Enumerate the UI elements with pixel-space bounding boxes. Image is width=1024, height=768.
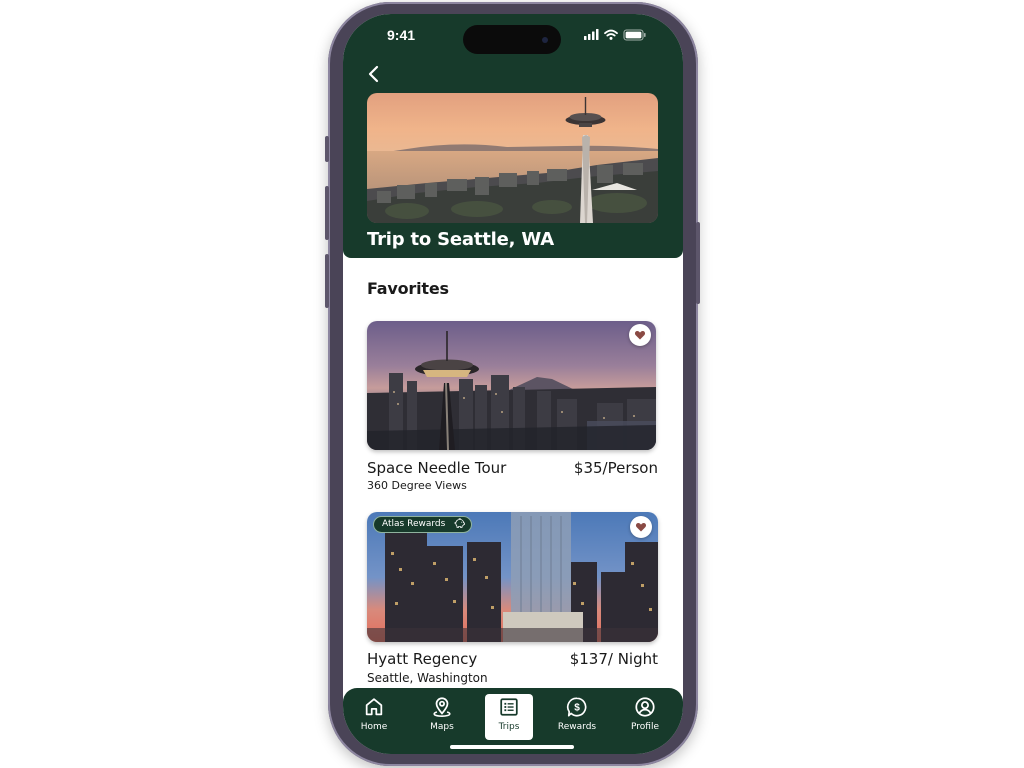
favorite-card-image[interactable] (367, 321, 656, 450)
favorite-item-price: $35/Person (573, 459, 658, 477)
tab-label: Home (360, 722, 388, 732)
trip-title: Trip to Seattle, WA (367, 229, 554, 250)
home-indicator (450, 745, 574, 749)
tab-maps[interactable]: Maps (418, 694, 466, 740)
volume-down-button (325, 254, 329, 308)
signal-icon (584, 29, 599, 40)
status-time: 9:41 (387, 27, 416, 43)
heart-icon (635, 523, 647, 532)
power-button (696, 222, 700, 304)
rewards-badge: Atlas Rewards (373, 516, 473, 533)
tab-label: Trips (498, 722, 520, 732)
tab-label: Rewards (557, 722, 597, 732)
user-circle-icon (635, 697, 655, 717)
trip-header: 9:41 Trip to Seattle, WA (343, 14, 683, 258)
home-icon (365, 698, 383, 716)
favorite-item-subtitle: 360 Degree Views (367, 479, 467, 492)
heart-icon (634, 331, 646, 340)
map-pin-icon (433, 697, 451, 717)
app-screen: 9:41 Trip to Seattle, WA Favorites Space… (343, 14, 683, 754)
tab-label: Profile (631, 722, 659, 732)
favorite-item-price: $137/ Night (569, 650, 658, 668)
dollar-badge-icon: $ (566, 697, 587, 717)
tab-home[interactable]: Home (350, 694, 398, 740)
back-button[interactable] (365, 62, 385, 86)
rewards-badge-label: Atlas Rewards (382, 519, 446, 529)
list-icon (500, 698, 518, 716)
status-icons (584, 29, 646, 41)
volume-up-button (325, 186, 329, 240)
tab-profile[interactable]: Profile (621, 694, 669, 740)
favorites-heading: Favorites (367, 279, 449, 298)
tab-trips[interactable]: Trips (485, 694, 533, 740)
camera-icon (542, 37, 548, 43)
battery-icon (623, 29, 646, 41)
tab-rewards[interactable]: $ Rewards (553, 694, 601, 740)
seattle-hero-image (367, 93, 658, 223)
favorite-item-name: Hyatt Regency (367, 650, 478, 668)
wifi-icon (604, 29, 618, 37)
piggy-bank-icon (454, 518, 466, 528)
favorite-item-subtitle: Seattle, Washington (367, 671, 488, 685)
tab-label: Maps (430, 722, 454, 732)
mute-switch (325, 136, 329, 162)
favorite-toggle-button[interactable] (629, 324, 651, 346)
chevron-left-icon (368, 65, 379, 83)
svg-text:$: $ (574, 703, 580, 714)
favorite-toggle-button[interactable] (630, 516, 652, 538)
favorite-item-name: Space Needle Tour (367, 459, 507, 477)
